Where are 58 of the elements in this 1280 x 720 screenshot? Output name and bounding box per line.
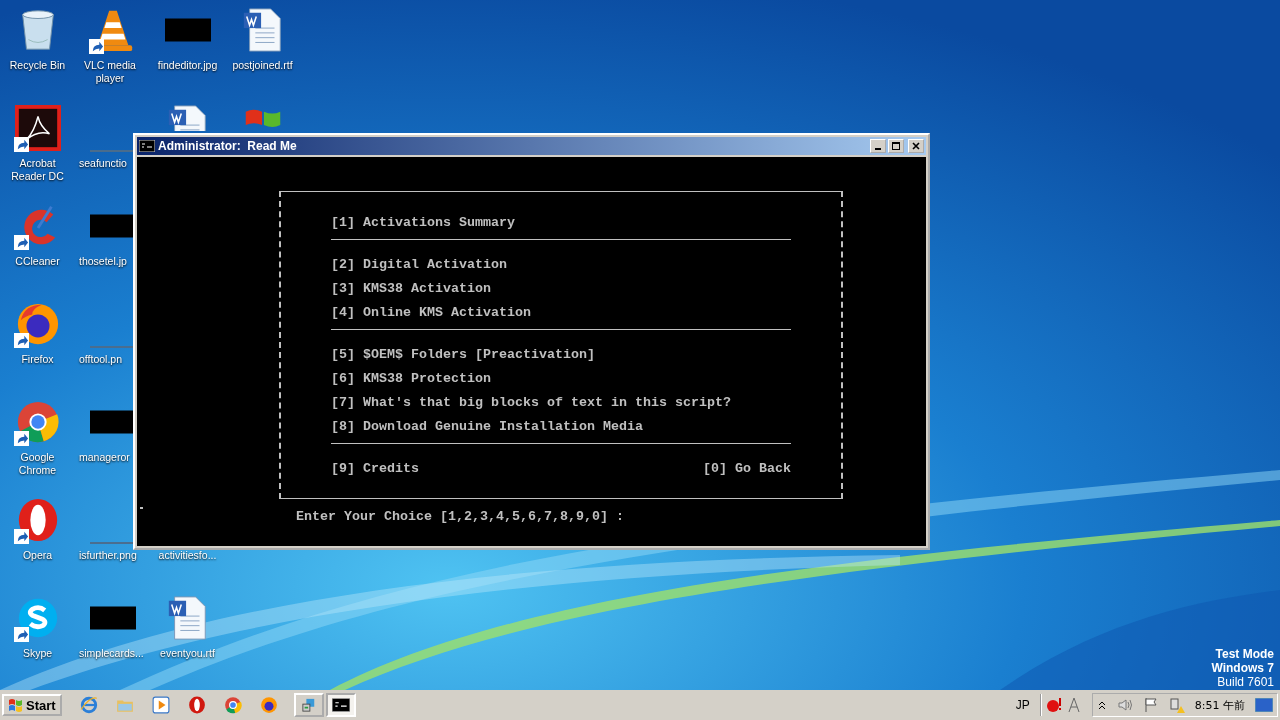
minimize-icon — [875, 148, 881, 150]
menu-option: [1] Activations Summary — [331, 214, 515, 230]
system-info-text: Test Mode — [1215, 647, 1274, 662]
start-button[interactable]: Start — [2, 694, 62, 716]
minimize-button[interactable] — [870, 139, 886, 153]
prompt-text: Enter Your Choice [1,2,3,4,5,6,7,8,9,0] : — [296, 509, 624, 524]
chrome-icon[interactable] — [223, 696, 242, 714]
pen-icon[interactable] — [1065, 697, 1082, 713]
menu-option: [7] What's that big blocks of text in this script? — [331, 394, 731, 410]
desktop-icon-label[interactable]: manageror — [79, 451, 130, 464]
play-icon[interactable] — [151, 696, 170, 714]
flag-icon[interactable] — [1142, 697, 1159, 713]
ie-icon[interactable] — [79, 696, 98, 714]
clock[interactable]: 8:51 午前 — [1194, 697, 1245, 713]
opera-icon[interactable] — [187, 696, 206, 714]
desktop-icon-label[interactable]: Google Chrome — [6, 451, 69, 477]
desktop-icon-label[interactable]: eventyou.rtf — [160, 647, 215, 660]
windows-logo-icon — [8, 697, 24, 713]
text-cursor — [140, 507, 143, 509]
close-icon — [911, 141, 921, 151]
acrobat-icon[interactable] — [14, 105, 61, 151]
language-indicator[interactable]: JP — [1015, 698, 1030, 712]
desktop-icon-label[interactable]: thosetel.jp — [79, 255, 127, 268]
menu-option: [5] $OEM$ Folders [Preactivation] — [331, 346, 595, 362]
console-icon — [139, 140, 155, 152]
chevron-up-icon[interactable] — [1096, 700, 1107, 710]
desktop-icon-label[interactable]: Skype — [22, 647, 53, 660]
desktop-icon-label[interactable]: seafunctio — [79, 157, 127, 170]
close-button[interactable] — [908, 139, 924, 153]
desktop-icon-label[interactable]: postjoined.rtf — [232, 59, 293, 72]
menu-option: [6] KMS38 Protection — [331, 370, 491, 386]
desktop-icon-label[interactable]: offtool.pn — [79, 353, 122, 366]
window-title: Administrator: Read Me — [158, 139, 297, 153]
system-info-text: Build 7601 — [1217, 675, 1274, 690]
menu-option: [8] Download Genuine Installation Media — [331, 418, 643, 434]
system-info-text: Windows 7 — [1211, 661, 1274, 676]
console-icon — [331, 698, 350, 712]
maximize-button[interactable] — [888, 139, 904, 153]
alert-icon[interactable] — [1045, 697, 1062, 713]
desktop-icon-label[interactable]: Recycle Bin — [9, 59, 66, 72]
desktop-icon-label[interactable]: CCleaner — [15, 255, 60, 268]
desktop-icon-label[interactable]: findeditor.jpg — [157, 59, 218, 72]
menu-option: [3] KMS38 Activation — [331, 280, 491, 296]
maximize-icon — [891, 141, 901, 151]
desktop-icon-label[interactable]: Firefox — [21, 353, 54, 366]
console-task-button[interactable] — [325, 693, 356, 717]
menu-option: [2] Digital Activation — [331, 256, 507, 272]
desktop-icon-label[interactable]: activitiesfo... — [158, 549, 217, 562]
desktop-icon-label[interactable]: VLC media player — [79, 59, 141, 85]
desktop-icon-label[interactable]: isfurther.png — [79, 549, 137, 562]
desktop-icon-label[interactable]: Opera — [22, 549, 53, 562]
menu-option: [0] Go Back — [703, 460, 791, 476]
menu-option: [9] Credits — [331, 460, 419, 476]
desktop-icon-label[interactable]: Acrobat Reader DC — [6, 157, 69, 183]
firefox-icon[interactable] — [259, 696, 278, 714]
installer-task-button[interactable] — [293, 693, 324, 717]
speaker-icon[interactable] — [1116, 697, 1133, 713]
menu-option: [4] Online KMS Activation — [331, 304, 531, 320]
